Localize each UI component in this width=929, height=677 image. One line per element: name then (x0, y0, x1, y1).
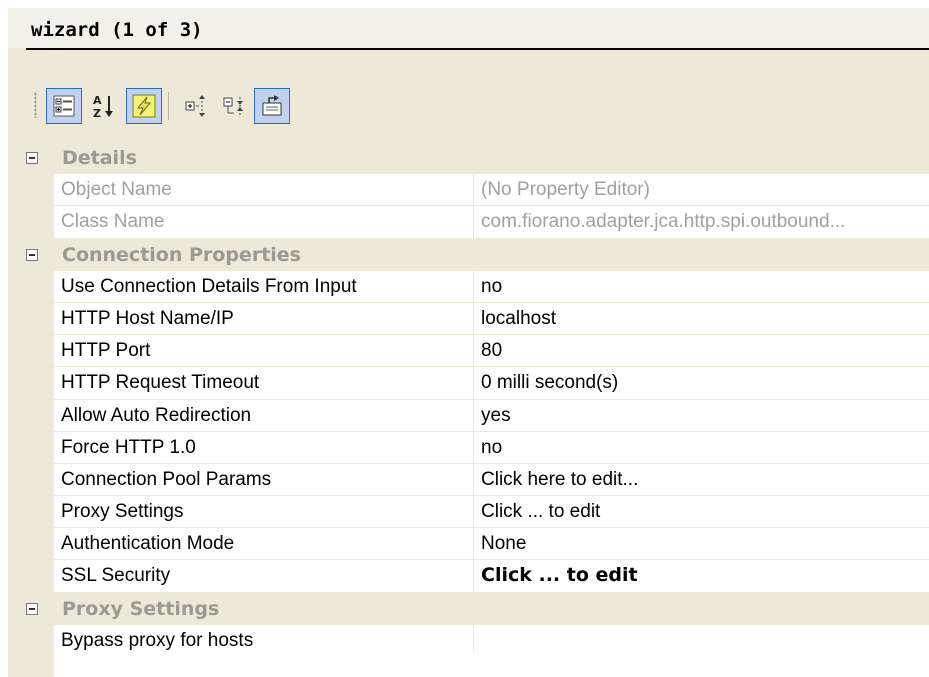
events-button[interactable] (126, 88, 162, 124)
category-row[interactable]: Details (8, 142, 929, 175)
property-name: Object Name (54, 174, 474, 207)
property-value[interactable]: Click ... to edit (474, 496, 929, 529)
collapse-toggle-icon[interactable] (26, 248, 38, 261)
property-row[interactable]: Use Connection Details From Input no (8, 270, 929, 303)
row-margin (8, 302, 54, 336)
property-row[interactable]: HTTP Host Name/IP localhost (8, 302, 929, 336)
category-row[interactable]: Connection Properties (8, 238, 929, 271)
property-name: Proxy Settings (54, 496, 474, 529)
collapse-toggle-icon[interactable] (26, 602, 38, 615)
property-name: Force HTTP 1.0 (54, 431, 474, 464)
property-value: (No Property Editor) (474, 174, 929, 207)
expand-all-button[interactable] (178, 88, 214, 124)
row-margin (8, 399, 54, 432)
row-margin (8, 174, 54, 207)
row-margin (8, 496, 54, 529)
property-row[interactable]: Force HTTP 1.0 no (8, 431, 929, 464)
property-name: Allow Auto Redirection (54, 399, 474, 432)
row-margin (8, 624, 54, 657)
property-value[interactable]: localhost (474, 302, 929, 336)
category-label: Connection Properties (62, 243, 301, 266)
row-margin (8, 431, 54, 464)
toolbar-separator (168, 92, 169, 120)
alphabetical-sort-icon: A Z (93, 94, 113, 119)
collapse-all-button[interactable] (216, 88, 252, 124)
row-margin (8, 367, 54, 400)
row-margin (8, 463, 54, 497)
property-row[interactable]: Object Name (No Property Editor) (8, 174, 929, 207)
row-margin (8, 528, 54, 561)
property-row[interactable]: Class Name com.fiorano.adapter.jca.http.s… (8, 206, 929, 239)
property-name: Connection Pool Params (54, 463, 474, 497)
title-bar: wizard (1 of 3) (8, 8, 929, 48)
property-value[interactable]: no (474, 431, 929, 464)
property-pages-button[interactable] (254, 88, 290, 124)
property-value[interactable]: no (474, 270, 929, 303)
property-name: HTTP Port (54, 335, 474, 368)
property-pages-icon (262, 95, 282, 116)
events-lightning-icon (132, 94, 156, 118)
expand-all-icon (185, 95, 205, 117)
property-value[interactable]: 80 (474, 335, 929, 368)
property-row[interactable]: HTTP Port 80 (8, 335, 929, 368)
property-row[interactable]: Connection Pool Params Click here to edit… (8, 463, 929, 497)
property-value: com.fiorano.adapter.jca.http.spi.outboun… (474, 206, 929, 239)
toolbar-grip-icon[interactable] (34, 92, 37, 118)
category-label: Details (62, 147, 137, 169)
property-row[interactable]: SSL Security Click ... to edit (8, 560, 929, 593)
property-name: Use Connection Details From Input (54, 270, 474, 303)
svg-text:Z: Z (93, 107, 101, 119)
toolbar: A Z (26, 78, 626, 130)
property-name: Authentication Mode (54, 528, 474, 561)
alphabetical-sort-button[interactable]: A Z (86, 88, 122, 124)
collapse-toggle-icon[interactable] (26, 152, 38, 164)
window-title: wizard (1 of 3) (31, 19, 203, 41)
row-margin (8, 206, 54, 239)
property-value[interactable]: Click here to edit... (474, 463, 929, 497)
property-name: SSL Security (54, 560, 474, 593)
property-grid: Details Object Name (No Property Editor) Cl… (8, 142, 929, 657)
property-sheet-panel: wizard (1 of 3) A Z Details Object Name … (8, 8, 929, 677)
property-name: HTTP Request Timeout (54, 367, 474, 400)
property-row[interactable]: Proxy Settings Click ... to edit (8, 496, 929, 529)
title-divider (26, 48, 929, 50)
property-value[interactable]: 0 milli second(s) (474, 367, 929, 400)
category-label: Proxy Settings (62, 597, 220, 620)
property-value[interactable]: Click ... to edit (474, 560, 929, 593)
svg-text:A: A (93, 94, 102, 107)
categorized-view-icon (53, 95, 75, 117)
property-name: Class Name (54, 206, 474, 239)
property-grid-empty-area (54, 653, 929, 677)
property-row[interactable]: Allow Auto Redirection yes (8, 399, 929, 432)
categorized-view-button[interactable] (46, 88, 82, 124)
collapse-all-icon (223, 97, 243, 115)
property-value[interactable]: yes (474, 399, 929, 432)
category-row[interactable]: Proxy Settings (8, 592, 929, 625)
property-row[interactable]: Authentication Mode None (8, 528, 929, 561)
property-row[interactable]: HTTP Request Timeout 0 milli second(s) (8, 367, 929, 400)
property-value[interactable]: None (474, 528, 929, 561)
row-margin (8, 560, 54, 593)
row-margin (8, 335, 54, 368)
property-name: HTTP Host Name/IP (54, 302, 474, 336)
row-margin (8, 270, 54, 303)
